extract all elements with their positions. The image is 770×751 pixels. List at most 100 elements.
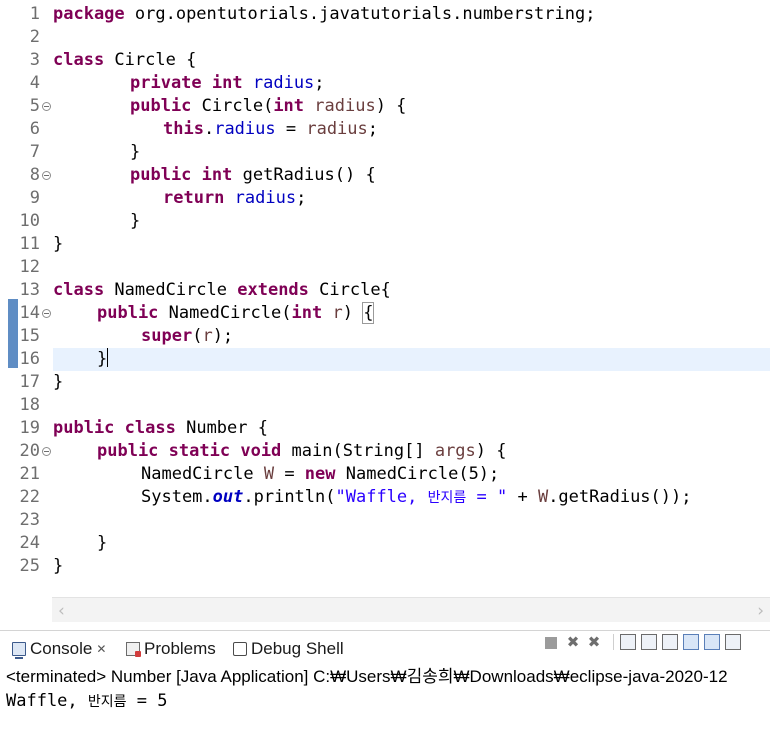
line-number-row: 10 [6, 210, 52, 233]
code-line[interactable]: super(r); [53, 325, 770, 348]
code-line[interactable]: } [53, 233, 770, 256]
string-literal: 반지름 [427, 490, 467, 506]
horizontal-scrollbar[interactable]: ‹ › [52, 597, 770, 622]
line-number-row: 25 [6, 555, 52, 578]
line-number: 6 [29, 119, 40, 139]
code-editor[interactable]: 1 2 3 4 5 6 7 8 9 10 11 12 13 14 15 16 1… [0, 0, 770, 597]
current-code-line[interactable]: } [53, 348, 770, 371]
fold-collapse-icon[interactable] [42, 102, 51, 111]
code-line[interactable]: public static void main(String[] args) { [53, 440, 770, 463]
code-text: } [130, 211, 141, 231]
code-text: ; [367, 119, 379, 139]
keyword: int [273, 96, 305, 116]
line-number-row: 12 [6, 256, 52, 279]
show-on-stdout-icon[interactable] [683, 634, 699, 650]
remove-launch-icon[interactable]: ✖ [565, 634, 581, 650]
line-number-row: 22 [6, 486, 52, 509]
code-line[interactable]: class Circle { [53, 49, 770, 72]
code-line[interactable] [53, 26, 770, 49]
close-icon[interactable]: ✕ [96, 642, 106, 656]
code-line[interactable]: } [53, 210, 770, 233]
text-caret [107, 348, 109, 367]
line-number: 25 [19, 556, 40, 576]
variable-name: W [263, 464, 275, 484]
code-line[interactable]: NamedCircle W = new NamedCircle(5); [53, 463, 770, 486]
scroll-lock-icon[interactable] [641, 634, 657, 650]
code-line[interactable]: private int radius; [53, 72, 770, 95]
line-number-row: 20 [6, 440, 52, 463]
keyword: public [97, 441, 159, 461]
clear-console-icon[interactable] [620, 634, 636, 650]
line-number: 20 [19, 441, 40, 461]
tab-debug-shell[interactable]: Debug Shell [233, 637, 344, 661]
code-line[interactable]: public class Number { [53, 417, 770, 440]
word-wrap-icon[interactable] [662, 634, 678, 650]
code-text: } [130, 142, 141, 162]
code-line[interactable]: public Circle(int radius) { [53, 95, 770, 118]
line-number-row: 17 [6, 371, 52, 394]
code-line[interactable]: } [53, 555, 770, 578]
field-name: radius [234, 188, 297, 208]
tab-label: Problems [144, 639, 216, 658]
line-number: 8 [29, 165, 40, 185]
keyword: void [240, 441, 282, 461]
code-line[interactable]: System.out.println("Waffle, 반지름 = " + W.… [53, 486, 770, 509]
tab-console[interactable]: Console ✕ [12, 637, 106, 661]
scroll-right-icon[interactable]: › [757, 601, 764, 621]
console-output[interactable]: Waffle, 반지름 = 5 [6, 690, 770, 712]
problems-icon [126, 642, 141, 657]
code-line[interactable] [53, 256, 770, 279]
code-text: ) { [475, 441, 507, 461]
console-status: <terminated> Number [Java Application] C… [6, 667, 728, 686]
show-on-stderr-icon[interactable] [704, 634, 720, 650]
terminate-icon[interactable] [545, 637, 557, 649]
code-line[interactable]: } [53, 141, 770, 164]
line-number: 14 [19, 303, 40, 323]
scroll-left-icon[interactable]: ‹ [58, 601, 65, 621]
matching-bracket: { [362, 302, 375, 324]
fold-collapse-icon[interactable] [42, 447, 51, 456]
code-text: } [53, 372, 64, 392]
keyword: super [141, 326, 193, 346]
code-line[interactable]: } [53, 532, 770, 555]
code-line[interactable] [53, 509, 770, 532]
line-number: 22 [19, 487, 40, 507]
line-number-row: 14 [6, 302, 52, 325]
keyword: return [163, 188, 225, 208]
code-line[interactable]: return radius; [53, 187, 770, 210]
pin-console-icon[interactable] [725, 634, 741, 650]
line-number: 4 [29, 73, 40, 93]
code-line[interactable]: } [53, 371, 770, 394]
code-text: Circle{ [308, 280, 391, 300]
code-line[interactable]: public NamedCircle(int r) { [53, 302, 770, 325]
keyword: int [211, 73, 243, 93]
tab-problems[interactable]: Problems [126, 637, 216, 661]
code-line[interactable]: this.radius = radius; [53, 118, 770, 141]
parameter-name: args [434, 441, 476, 461]
output-text: Waffle, [6, 691, 88, 711]
line-number: 7 [29, 142, 40, 162]
line-number-row: 2 [6, 26, 52, 49]
keyword: extends [237, 280, 309, 300]
line-number-row: 8 [6, 164, 52, 187]
code-line[interactable]: class NamedCircle extends Circle{ [53, 279, 770, 302]
code-text: ; [314, 73, 325, 93]
remove-all-icon[interactable]: ✖ [586, 634, 602, 650]
keyword: public [130, 165, 192, 185]
code-line[interactable]: public int getRadius() { [53, 164, 770, 187]
code-line[interactable] [53, 394, 770, 417]
code-line[interactable]: package org.opentutorials.javatutorials.… [53, 3, 770, 26]
fold-collapse-icon[interactable] [42, 309, 51, 318]
fold-collapse-icon[interactable] [42, 171, 51, 180]
line-number-row: 16 [6, 348, 52, 371]
line-number: 15 [19, 326, 40, 346]
line-number: 2 [29, 27, 40, 47]
line-number: 5 [29, 96, 40, 116]
code-text: NamedCircle [141, 464, 264, 484]
field-name: radius [252, 73, 315, 93]
line-number-row: 6 [6, 118, 52, 141]
